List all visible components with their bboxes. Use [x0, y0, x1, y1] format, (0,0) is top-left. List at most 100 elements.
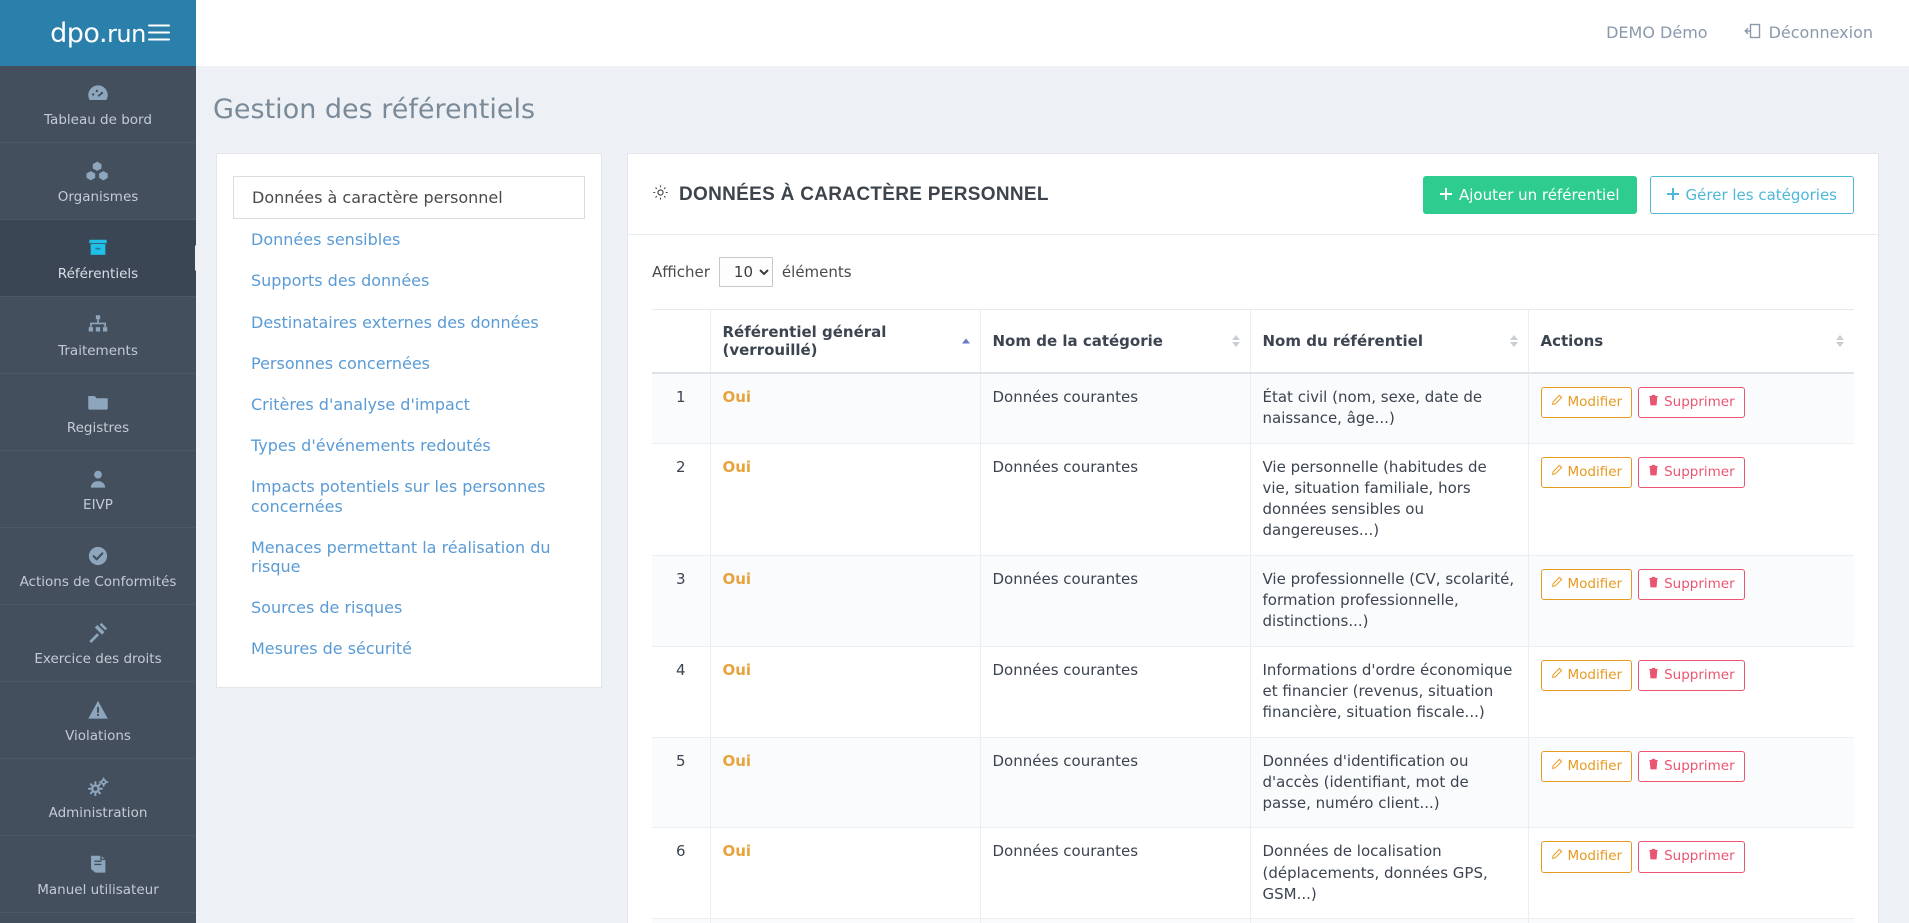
manage-categories-button[interactable]: Gérer les catégories [1649, 176, 1854, 214]
logout-icon [1743, 23, 1761, 43]
row-index: 6 [652, 827, 711, 920]
delete-button[interactable]: Supprimer [1638, 841, 1745, 873]
sort-indicator-asc-icon [961, 338, 970, 344]
column-header-actions[interactable]: Actions [1528, 309, 1854, 374]
sidebar-item-traitements[interactable]: Traitements [0, 297, 196, 374]
table-body: 1 Oui Données courantes État civil (nom, se… [652, 373, 1854, 923]
referential-tab-3[interactable]: Destinataires externes des données [233, 302, 585, 343]
edit-button[interactable]: Modifier [1540, 841, 1633, 873]
referential-tab-8[interactable]: Menaces permettant la réalisation du ris… [233, 527, 585, 587]
sidebar-item-registres[interactable]: Registres [0, 374, 196, 451]
referential-tab-9[interactable]: Sources de risques [233, 587, 585, 628]
elements-label: éléments [781, 263, 852, 281]
current-user-label: DEMO Démo [1606, 23, 1708, 42]
delete-button[interactable]: Supprimer [1638, 456, 1745, 488]
row-general-cell: Oui [710, 555, 981, 647]
add-referential-button[interactable]: Ajouter un référentiel [1422, 176, 1637, 214]
table-row: 6 Oui Données courantes Données de localisa… [652, 827, 1854, 920]
edit-button[interactable]: Modifier [1540, 750, 1633, 782]
sidebar-item-exercice-des-droits[interactable]: Exercice des droits [0, 605, 196, 682]
general-flag: Oui [722, 569, 752, 588]
referential-tab-7[interactable]: Impacts potentiels sur les personnes con… [233, 466, 585, 526]
topbar: DEMO Démo Déconnexion [196, 0, 1909, 66]
sidebar-item-administration[interactable]: Administration [0, 759, 196, 836]
pencil-icon [1551, 463, 1563, 482]
trash-icon [1648, 393, 1659, 412]
edit-label: Modifier [1567, 848, 1623, 865]
row-category: Données de connexion à Internet [980, 918, 1251, 923]
user-icon [85, 466, 111, 492]
referential-tab-6[interactable]: Types d'événements redoutés [233, 425, 585, 466]
check-circle-icon [85, 543, 111, 569]
row-name: Vie personnelle (habitudes de vie, situa… [1250, 443, 1529, 556]
edit-button[interactable]: Modifier [1540, 568, 1633, 600]
delete-button[interactable]: Supprimer [1638, 568, 1745, 600]
row-name: Identifiants de connexion [1250, 918, 1529, 923]
general-flag: Oui [722, 842, 752, 861]
sidebar-item-organismes[interactable]: Organismes [0, 143, 196, 220]
edit-button[interactable]: Modifier [1540, 456, 1633, 488]
logo-dot: . [98, 17, 108, 49]
show-label: Afficher [652, 263, 710, 281]
book-icon [85, 851, 111, 877]
column-header-general[interactable]: Référentiel général (verrouillé) [710, 309, 981, 374]
row-name: Données de localisation (déplacements, d… [1250, 827, 1529, 920]
column-header-category[interactable]: Nom de la catégorie [980, 309, 1251, 374]
referential-tab-label: Supports des données [251, 271, 430, 291]
sidebar-item-manuel-utilisateur[interactable]: Manuel utilisateur [0, 836, 196, 913]
referential-tab-label: Données à caractère personnel [252, 188, 503, 207]
logo-suffix: run [107, 19, 146, 48]
referential-tab-label: Mesures de sécurité [251, 639, 412, 659]
row-name: Informations d'ordre économique et finan… [1250, 646, 1529, 738]
sidebar-item-label: Registres [66, 419, 130, 436]
row-index: 1 [652, 373, 711, 444]
edit-button[interactable]: Modifier [1540, 387, 1633, 419]
edit-button[interactable]: Modifier [1540, 659, 1633, 691]
pencil-icon [1551, 393, 1563, 412]
sidebar-item-actions-de-conformit-s[interactable]: Actions de Conformités [0, 528, 196, 605]
delete-button[interactable]: Supprimer [1638, 750, 1745, 782]
delete-label: Supprimer [1664, 394, 1735, 410]
referential-tab-5[interactable]: Critères d'analyse d'impact [233, 384, 585, 425]
plus-icon [1666, 186, 1679, 204]
sidebar-item-label: Référentiels [57, 265, 139, 282]
app-logo[interactable]: dpo.run [50, 18, 146, 49]
column-header-name[interactable]: Nom du référentiel [1250, 309, 1529, 374]
delete-button[interactable]: Supprimer [1638, 387, 1745, 419]
referential-tab-2[interactable]: Supports des données [233, 260, 585, 301]
column-header-name-label: Nom du référentiel [1262, 332, 1424, 350]
referential-tab-4[interactable]: Personnes concernées [233, 343, 585, 384]
trash-icon [1648, 463, 1659, 482]
gears-icon [85, 774, 111, 800]
sidebar-item-eivp[interactable]: EIVP [0, 451, 196, 528]
general-flag: Oui [722, 751, 752, 770]
referential-tab-10[interactable]: Mesures de sécurité [233, 628, 585, 669]
general-flag: Oui [722, 457, 752, 476]
row-actions: ModifierSupprimer [1528, 918, 1854, 923]
menu-toggle-icon[interactable] [148, 24, 170, 42]
trash-icon [1648, 847, 1659, 866]
sidebar-item-r-f-rentiels[interactable]: Référentiels [0, 220, 196, 297]
row-actions: Modifier Supprimer [1528, 827, 1854, 920]
sidebar-item-violations[interactable]: Violations [0, 682, 196, 759]
brand-header: dpo.run [0, 0, 196, 66]
referential-tab-1[interactable]: Données sensibles [233, 219, 585, 260]
row-name: Vie professionnelle (CV, scolarité, form… [1250, 555, 1529, 647]
row-actions: ModifierSupprimer [1528, 737, 1854, 829]
trash-icon [1648, 575, 1659, 594]
card-title: DONNÉES À CARACTÈRE PERSONNEL [652, 184, 1049, 207]
row-general-cell: Oui [710, 646, 981, 738]
referential-table: Référentiel général (verrouillé) Nom de … [652, 309, 1854, 923]
logout-button[interactable]: Déconnexion [1743, 23, 1873, 43]
sidebar: dpo.run Tableau de bord Organismes Référen… [0, 0, 196, 923]
referential-tab-0[interactable]: Données à caractère personnel [233, 176, 585, 220]
delete-button[interactable]: Supprimer [1638, 659, 1745, 691]
page-length-select[interactable]: 102550100 [718, 257, 773, 287]
sidebar-item-label: Administration [48, 804, 148, 821]
table-header-row: Référentiel général (verrouillé) Nom de … [652, 309, 1854, 374]
row-category: Données courantes [980, 373, 1251, 444]
row-general-cell: Oui [710, 443, 981, 556]
sidebar-item-tableau-de-bord[interactable]: Tableau de bord [0, 66, 196, 143]
referential-type-tabs: Données à caractère personnel Données sen… [216, 153, 602, 689]
content-row: Données à caractère personnel Données sen… [196, 125, 1909, 923]
